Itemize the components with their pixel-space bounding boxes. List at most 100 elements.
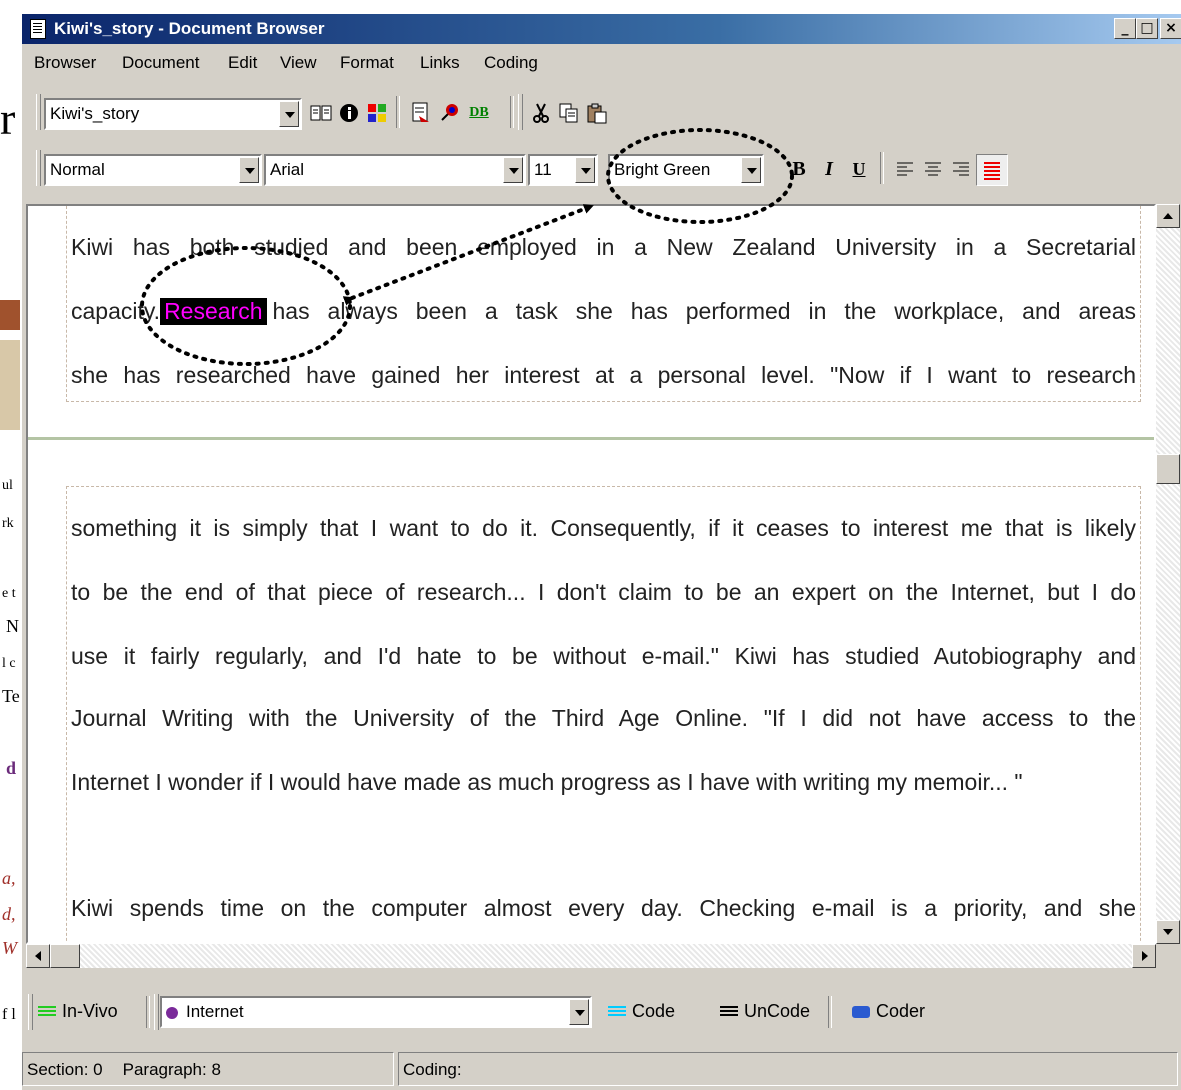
font-select-value: Arial [270, 160, 305, 179]
vertical-scrollbar[interactable] [1156, 204, 1180, 944]
background-text: f l [2, 1006, 16, 1023]
uncode-button[interactable]: UnCode [720, 996, 810, 1026]
invivo-label: In-Vivo [62, 1001, 118, 1021]
toolbar-separator [828, 996, 832, 1028]
tiles-icon[interactable] [364, 100, 390, 126]
pin-icon[interactable] [436, 100, 462, 126]
document-select[interactable]: Kiwi's_story [44, 98, 302, 130]
node-select[interactable]: Internet [160, 996, 592, 1028]
window-title: Kiwi's_story - Document Browser [54, 19, 325, 38]
coding-toolbar: In-Vivo Internet Code UnCode Coder [22, 992, 1181, 1032]
status-section: Section: 0 [27, 1060, 103, 1079]
uncode-label: UnCode [744, 1001, 811, 1021]
align-right-icon[interactable] [948, 156, 974, 182]
align-center-icon[interactable] [920, 156, 946, 182]
scroll-right-button[interactable] [1132, 944, 1156, 968]
menu-edit[interactable]: Edit [228, 53, 257, 73]
status-paragraph: Paragraph: 8 [122, 1060, 221, 1079]
format-toolbar: Normal Arial 11 Bright Green B I U [22, 146, 1181, 190]
justify-icon[interactable] [976, 154, 1008, 186]
menu-view[interactable]: View [280, 53, 317, 73]
toolbar-grip[interactable] [36, 94, 41, 130]
background-text: d, [2, 904, 16, 924]
highlighted-word[interactable]: Research [160, 298, 267, 325]
menu-bar: Browser Document Edit View Format Links … [22, 48, 1181, 78]
menu-links[interactable]: Links [420, 53, 460, 73]
title-bar[interactable]: Kiwi's_story - Document Browser _ □ × [22, 14, 1181, 44]
arrow-left-icon [35, 951, 41, 961]
document-properties-icon[interactable] [408, 100, 434, 126]
toolbar-grip[interactable] [36, 150, 41, 186]
close-button[interactable]: × [1160, 18, 1181, 39]
scroll-left-button[interactable] [26, 944, 50, 968]
underline-button[interactable]: U [846, 156, 872, 182]
chevron-down-icon[interactable] [503, 157, 523, 183]
text-line: she has researched have gained her inter… [71, 362, 1136, 388]
font-size-value: 11 [534, 160, 552, 179]
paragraph-box: something it is simply that I want to do… [66, 486, 1141, 942]
background-text: e t [2, 586, 16, 601]
status-position: Section: 0 Paragraph: 8 [22, 1052, 394, 1086]
document-toolbar: Kiwi's_story DB [22, 90, 1181, 134]
status-coding: Coding: [398, 1052, 1178, 1086]
chevron-down-icon[interactable] [741, 157, 761, 183]
maximize-icon: □ [1140, 20, 1154, 36]
chevron-down-icon[interactable] [569, 999, 589, 1025]
background-text: Te [2, 686, 20, 706]
lines-cyan-icon [608, 1006, 626, 1019]
code-button[interactable]: Code [608, 996, 675, 1026]
style-select-value: Normal [50, 160, 105, 179]
font-select[interactable]: Arial [264, 154, 526, 186]
invivo-button[interactable]: In-Vivo [38, 996, 118, 1026]
info-icon[interactable] [336, 100, 362, 126]
chevron-down-icon[interactable] [239, 157, 259, 183]
coder-button[interactable]: Coder [852, 996, 925, 1026]
copy-icon[interactable] [556, 100, 582, 126]
lines-green-icon [38, 1006, 56, 1019]
scissors-icon[interactable] [528, 100, 554, 126]
text-line: capacity. Research has always been a tas… [71, 298, 1136, 325]
document-select-value: Kiwi's_story [50, 104, 140, 123]
style-select[interactable]: Normal [44, 154, 262, 186]
toolbar-grip[interactable] [154, 994, 159, 1030]
menu-browser[interactable]: Browser [34, 53, 96, 73]
scroll-thumb[interactable] [50, 944, 80, 968]
node-select-value: Internet [186, 1002, 244, 1021]
italic-button[interactable]: I [816, 156, 842, 182]
database-button[interactable]: DB [464, 100, 494, 126]
maximize-button[interactable]: □ [1136, 18, 1158, 39]
document-icon [30, 19, 46, 39]
pane-splitter[interactable] [28, 437, 1154, 440]
toolbar-grip[interactable] [518, 94, 523, 130]
font-size-select[interactable]: 11 [528, 154, 598, 186]
background-text: N [6, 616, 19, 636]
bold-button[interactable]: B [786, 156, 812, 182]
status-bar: Section: 0 Paragraph: 8 Coding: [22, 1050, 1181, 1090]
toolbar-separator [146, 996, 150, 1028]
menu-format[interactable]: Format [340, 53, 394, 73]
arrow-down-icon [1163, 929, 1173, 935]
scroll-up-button[interactable] [1156, 204, 1180, 228]
text-line: use it fairly regularly, and I'd hate to… [71, 643, 1136, 669]
scroll-down-button[interactable] [1156, 920, 1180, 944]
chevron-down-icon[interactable] [575, 157, 595, 183]
chevron-down-icon[interactable] [279, 101, 299, 127]
color-select[interactable]: Bright Green [608, 154, 764, 186]
align-left-icon[interactable] [892, 156, 918, 182]
book-icon[interactable] [308, 100, 334, 126]
paste-icon[interactable] [584, 100, 610, 126]
scroll-thumb[interactable] [1156, 454, 1180, 484]
horizontal-scrollbar[interactable] [26, 944, 1156, 968]
toolbar-grip[interactable] [28, 994, 33, 1030]
minimize-icon: _ [1121, 20, 1129, 36]
background-text: W [2, 938, 17, 958]
coder-label: Coder [876, 1001, 926, 1021]
menu-coding[interactable]: Coding [484, 53, 538, 73]
lines-black-icon [720, 1006, 738, 1019]
background-text: rk [2, 516, 14, 531]
close-icon: × [1165, 20, 1177, 36]
document-pane[interactable]: Kiwi has both studied and been employed … [26, 204, 1156, 944]
minimize-button[interactable]: _ [1114, 18, 1136, 39]
toolbar-separator [396, 96, 400, 128]
menu-document[interactable]: Document [122, 53, 199, 73]
